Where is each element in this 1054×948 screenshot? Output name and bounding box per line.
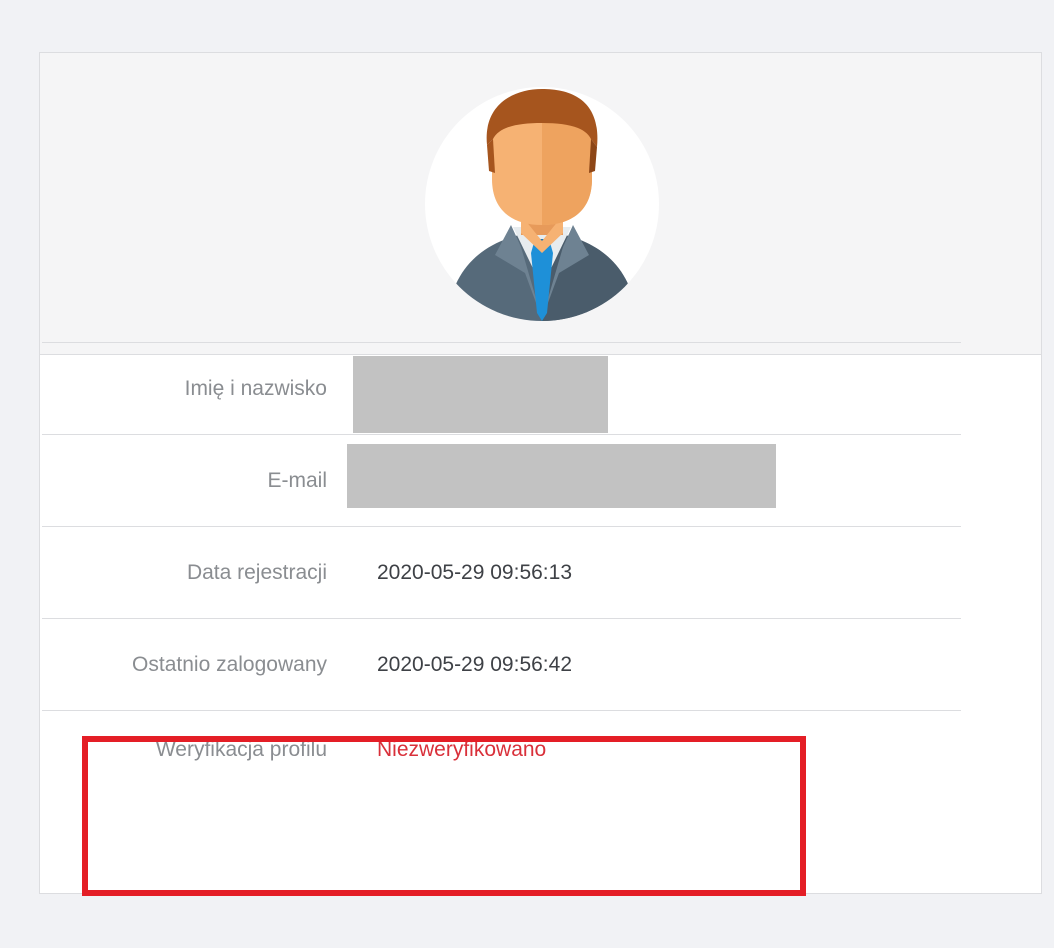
email-label: E-mail xyxy=(267,468,327,492)
user-avatar-icon xyxy=(425,87,659,321)
row-full-name: Imię i nazwisko xyxy=(42,343,961,435)
registration-date-value: 2020-05-29 09:56:13 xyxy=(377,560,572,584)
row-profile-verification: Weryfikacja profilu Niezweryfikowano xyxy=(42,711,961,811)
last-login-label: Ostatnio zalogowany xyxy=(132,652,327,676)
profile-info-table: Imię i nazwisko E-mail Data rejestracji … xyxy=(42,342,961,811)
registration-date-label: Data rejestracji xyxy=(186,560,327,584)
last-login-value: 2020-05-29 09:56:42 xyxy=(377,652,572,676)
profile-header xyxy=(40,53,1041,355)
redacted-email xyxy=(347,444,776,508)
row-email: E-mail xyxy=(42,435,961,527)
row-registration-date: Data rejestracji 2020-05-29 09:56:13 xyxy=(42,527,961,619)
profile-verification-label: Weryfikacja profilu xyxy=(155,738,327,761)
full-name-label: Imię i nazwisko xyxy=(184,376,327,400)
row-last-login: Ostatnio zalogowany 2020-05-29 09:56:42 xyxy=(42,619,961,711)
profile-verification-status: Niezweryfikowano xyxy=(377,738,547,761)
redacted-full-name xyxy=(353,356,608,433)
